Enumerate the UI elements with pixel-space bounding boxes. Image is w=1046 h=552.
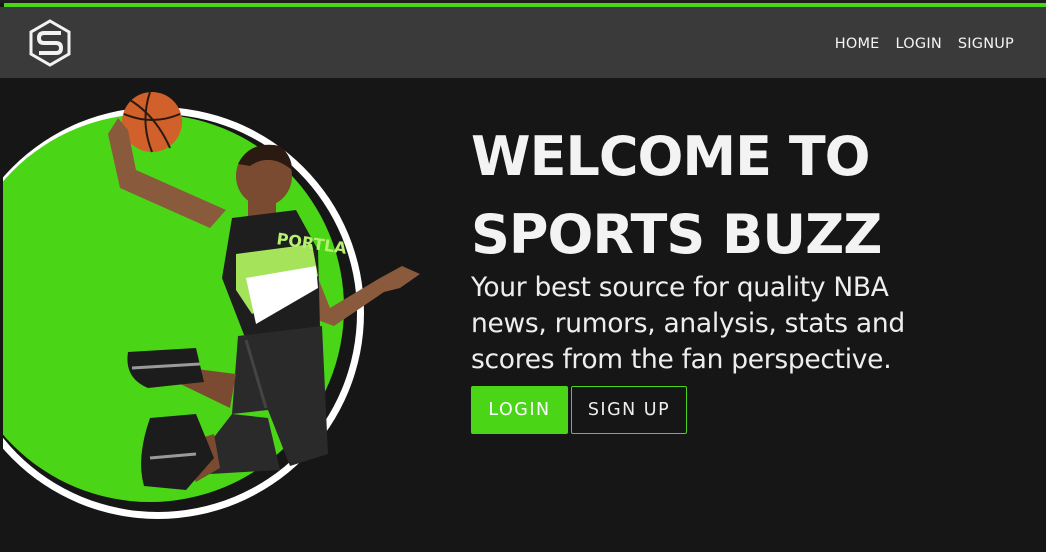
hero-title-line1: WELCOME TO: [471, 125, 871, 188]
site-header: HOME LOGIN SIGNUP: [0, 7, 1046, 78]
hero-title: WELCOME TO SPORTS BUZZ: [471, 118, 991, 274]
main-nav: HOME LOGIN SIGNUP: [835, 36, 1014, 52]
login-button[interactable]: LOGIN: [471, 386, 568, 434]
sports-buzz-logo-icon[interactable]: [28, 19, 72, 67]
top-accent-strip: [0, 0, 1046, 7]
hero-section: PORTLA WELCOME TO SPORTS BUZZ Your best …: [0, 78, 1046, 552]
nav-login-link[interactable]: LOGIN: [896, 36, 942, 52]
hero-title-line2: SPORTS BUZZ: [471, 203, 882, 266]
nav-home-link[interactable]: HOME: [835, 36, 880, 52]
nav-signup-link[interactable]: SIGNUP: [958, 36, 1014, 52]
sign-up-button[interactable]: SIGN UP: [571, 386, 687, 434]
hero-subtitle: Your best source for quality NBA news, r…: [471, 272, 905, 375]
basketball-player-image: PORTLA: [0, 78, 420, 552]
